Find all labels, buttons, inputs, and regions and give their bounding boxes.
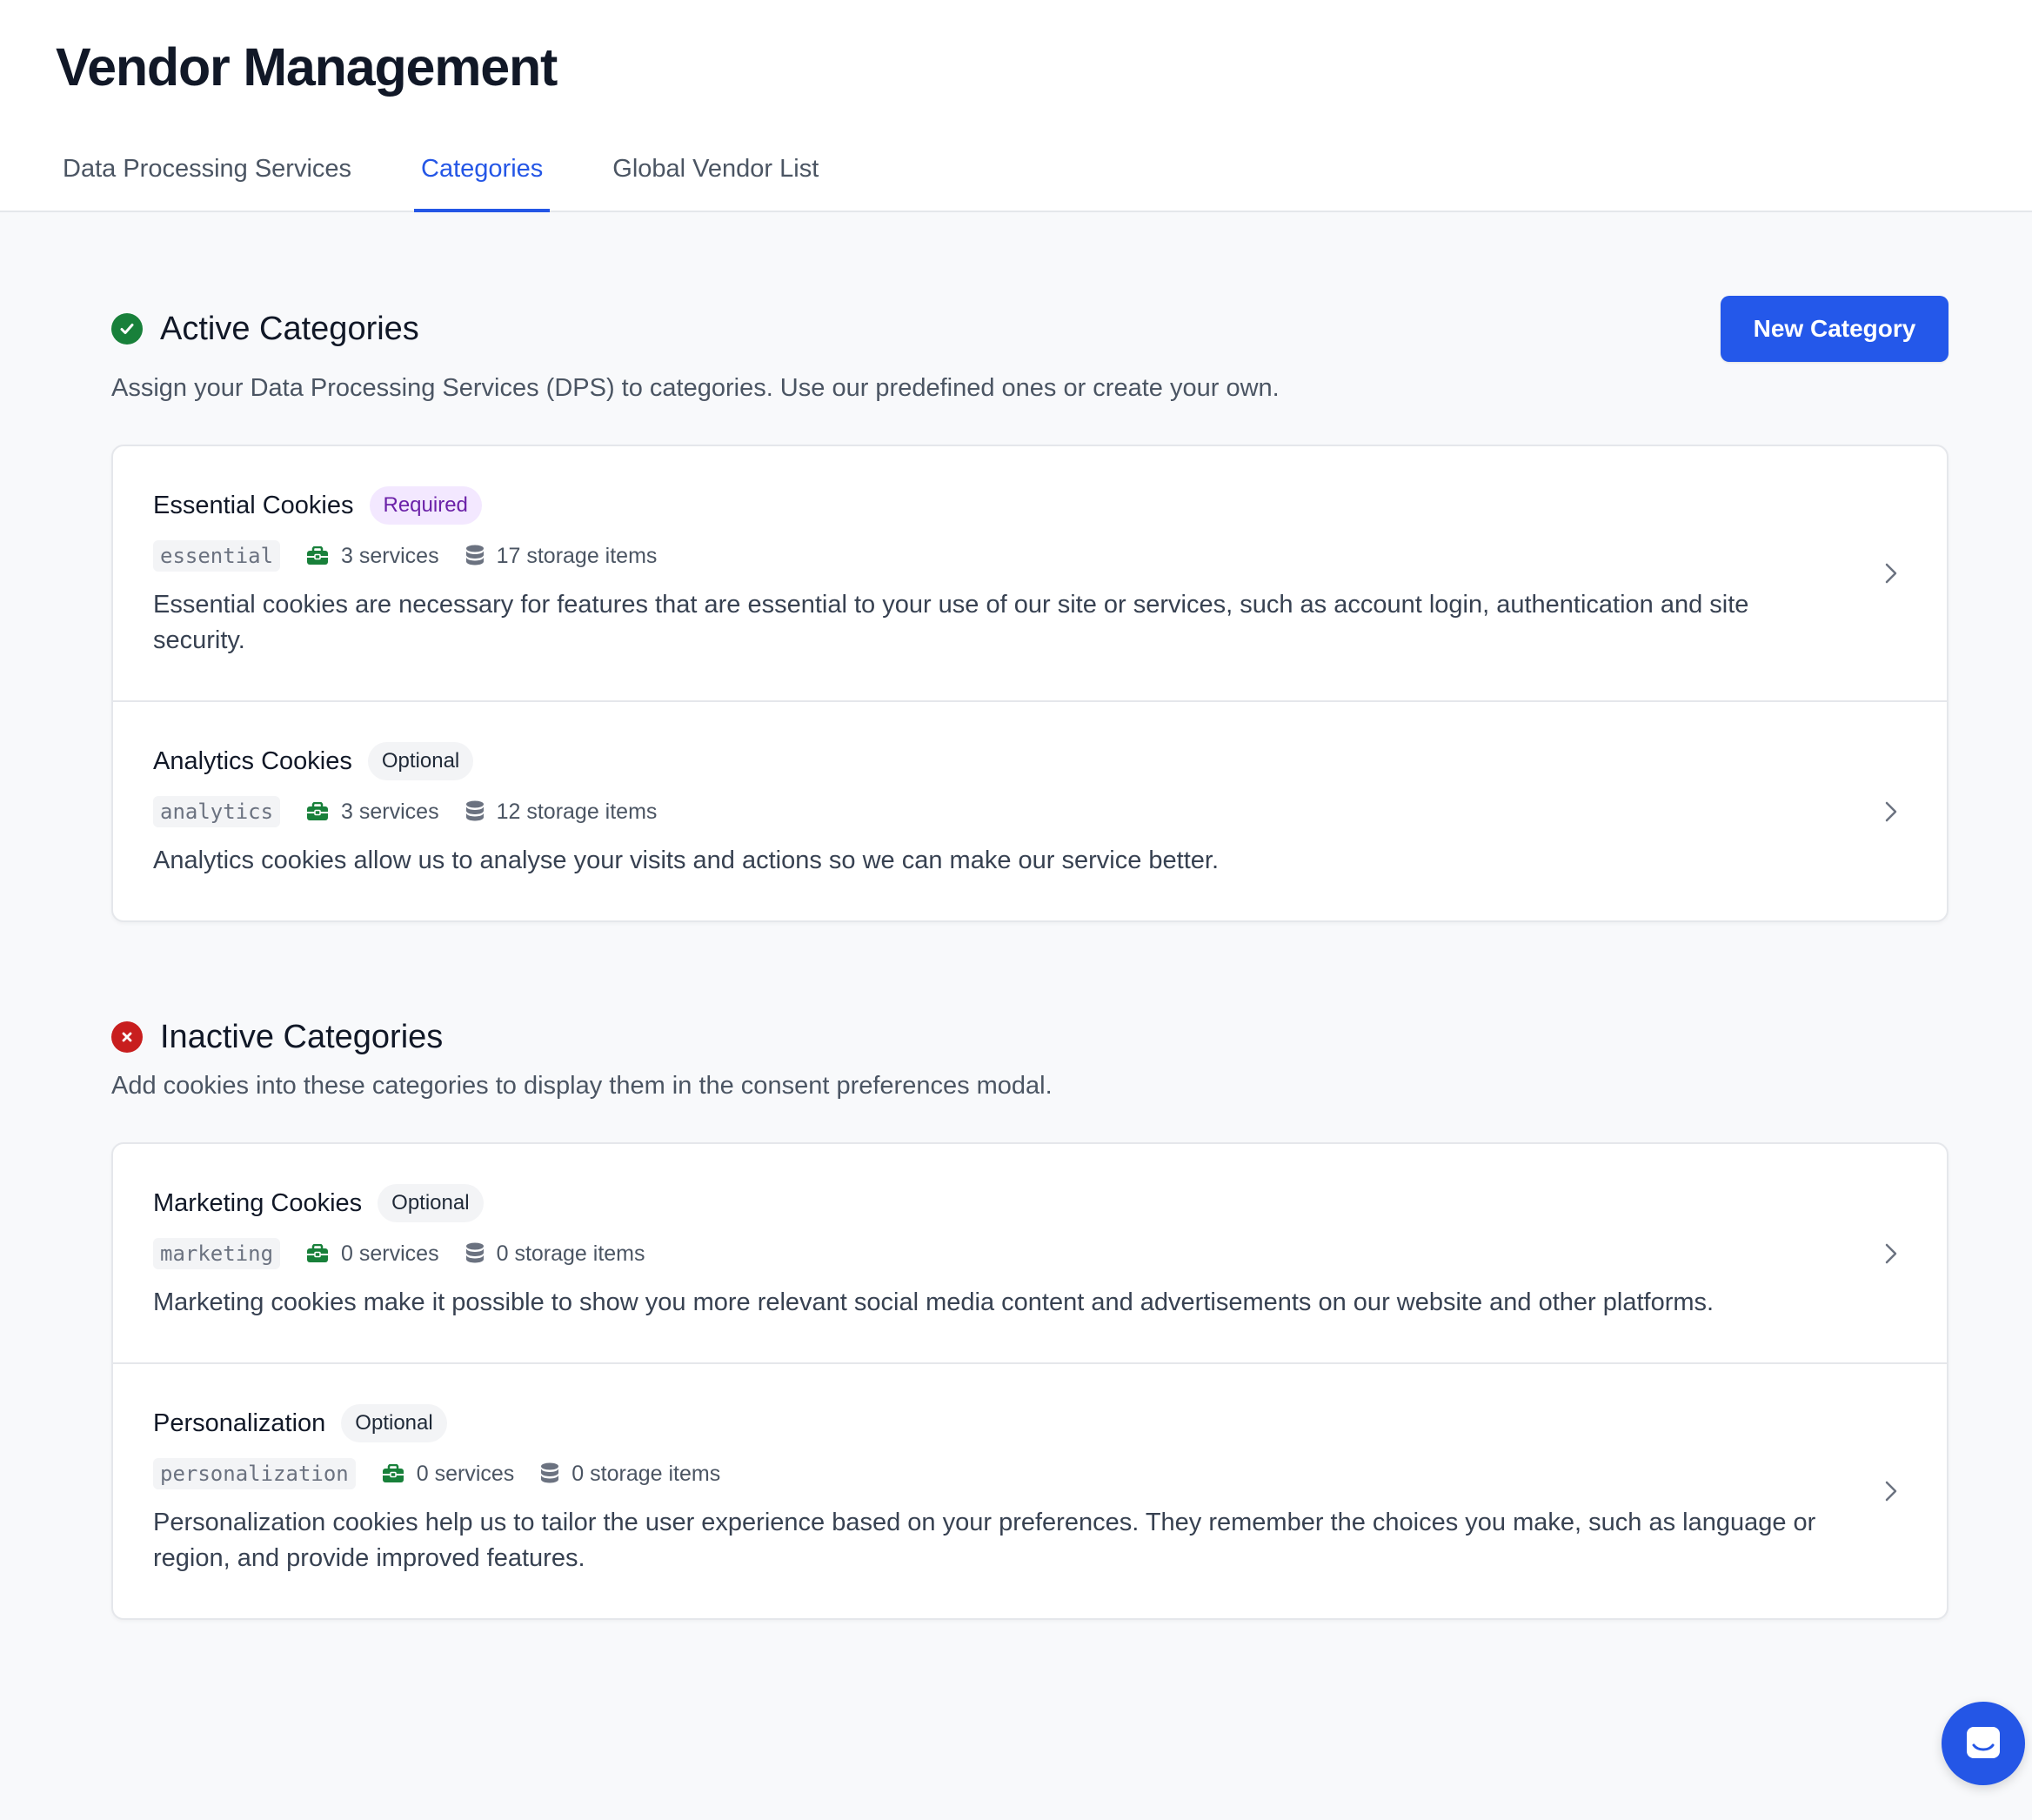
database-icon [541,1462,559,1483]
category-row-essential[interactable]: Essential Cookies Required essential 3 s… [113,446,1947,702]
check-circle-icon [111,313,143,345]
inactive-categories-list: Marketing Cookies Optional marketing 0 s… [111,1142,1948,1620]
tab-bar: Data Processing Services Categories Glob… [56,130,881,212]
category-row-personalization[interactable]: Personalization Optional personalization… [113,1364,1947,1618]
briefcase-icon [307,1244,329,1262]
services-count: 3 services [341,799,439,824]
active-categories-list: Essential Cookies Required essential 3 s… [111,445,1948,922]
active-section-description: Assign your Data Processing Services (DP… [111,374,1280,402]
services-count: 0 services [416,1461,515,1486]
briefcase-icon [307,802,329,820]
active-section-title: Active Categories [160,310,419,347]
inactive-section-title: Inactive Categories [160,1018,444,1055]
database-icon [465,1242,484,1263]
category-name: Analytics Cookies [153,746,352,775]
inactive-section-title-wrap: Inactive Categories [111,1019,443,1056]
category-slug: essential [153,540,281,572]
category-row-marketing[interactable]: Marketing Cookies Optional marketing 0 s… [113,1144,1947,1364]
optional-badge: Optional [378,1184,484,1222]
chat-icon [1967,1727,2000,1758]
chevron-right-icon[interactable] [1884,800,1898,823]
database-icon [465,545,484,565]
page-header: Vendor Management Data Processing Servic… [0,0,2032,212]
category-slug: marketing [153,1238,281,1269]
category-description: Essential cookies are necessary for feat… [153,591,1749,654]
category-description: Analytics cookies allow us to analyse yo… [153,846,1220,874]
inactive-section-description: Add cookies into these categories to dis… [111,1072,1053,1100]
storage-count: 0 storage items [496,1241,645,1266]
optional-badge: Optional [367,742,474,780]
x-circle-icon [111,1021,143,1053]
tab-data-processing-services[interactable]: Data Processing Services [56,130,358,211]
briefcase-icon [382,1464,404,1482]
database-icon [465,800,484,821]
chevron-right-icon[interactable] [1884,1480,1898,1502]
services-count: 0 services [341,1241,439,1266]
chevron-right-icon[interactable] [1884,1242,1898,1265]
category-slug: analytics [153,796,281,827]
briefcase-icon [307,546,329,565]
storage-count: 0 storage items [572,1461,721,1486]
chevron-right-icon[interactable] [1884,562,1898,585]
new-category-button[interactable]: New Category [1721,296,1948,362]
tab-global-vendor-list[interactable]: Global Vendor List [605,130,826,211]
chat-launcher-button[interactable] [1942,1702,2025,1785]
page-title: Vendor Management [56,37,558,97]
category-description: Marketing cookies make it possible to sh… [153,1288,1714,1316]
optional-badge: Optional [341,1404,447,1442]
category-name: Marketing Cookies [153,1188,363,1217]
active-section-title-wrap: Active Categories [111,311,419,348]
tab-categories[interactable]: Categories [414,130,551,212]
inactive-section-header: Inactive Categories [111,1002,1948,1072]
main-content: Active Categories New Category Assign yo… [111,294,1948,1620]
category-description: Personalization cookies help us to tailo… [153,1509,1816,1572]
category-name: Personalization [153,1408,326,1437]
storage-count: 12 storage items [496,799,658,824]
active-section-header: Active Categories New Category [111,294,1948,364]
storage-count: 17 storage items [496,543,658,568]
services-count: 3 services [341,543,439,568]
category-name: Essential Cookies [153,491,354,519]
required-badge: Required [369,486,482,525]
category-slug: personalization [153,1458,356,1489]
category-row-analytics[interactable]: Analytics Cookies Optional analytics 3 s… [113,702,1947,920]
